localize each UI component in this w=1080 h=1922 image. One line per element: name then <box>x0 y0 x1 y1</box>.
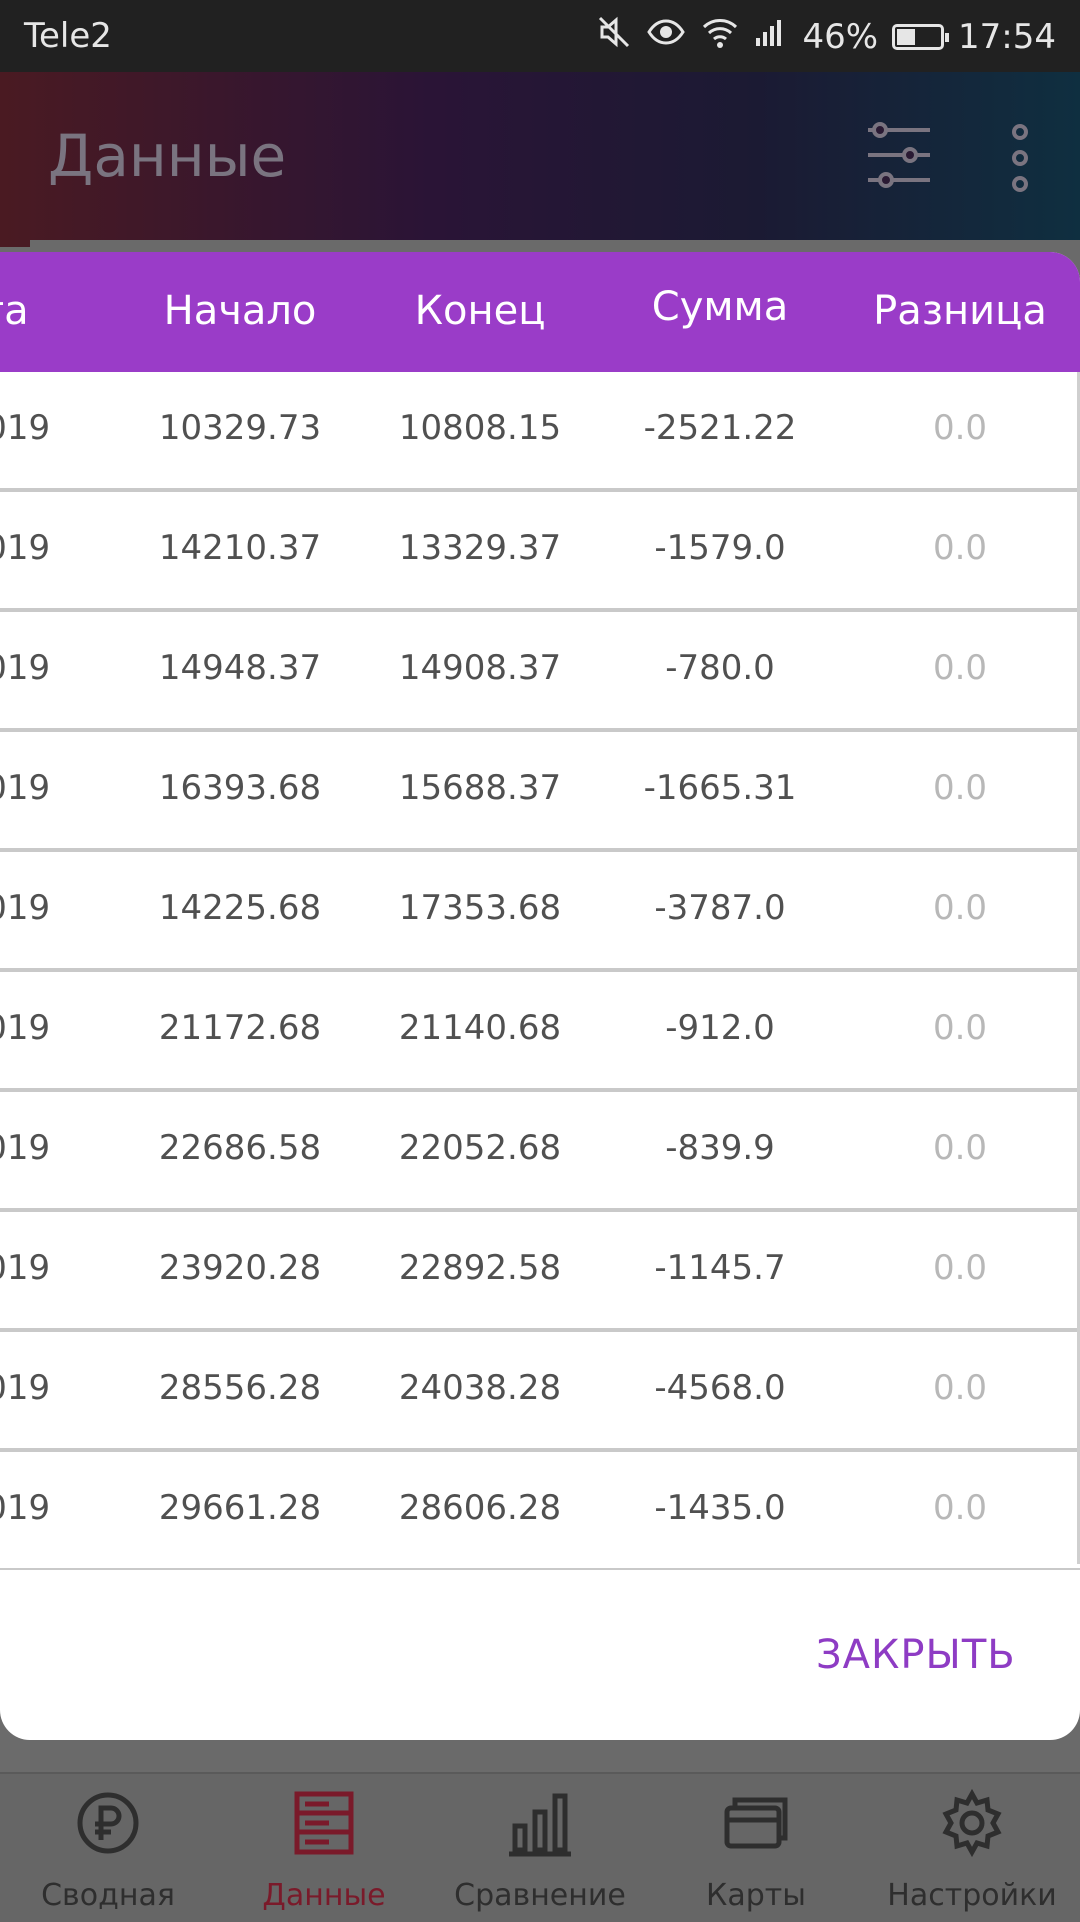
cell-diff: 0.0 <box>932 1368 988 1408</box>
cell-sum: -2521.22 <box>643 408 797 448</box>
nav-label: Настройки <box>887 1878 1057 1913</box>
cell-sum: -1665.31 <box>643 768 797 808</box>
cell-end: 28606.28 <box>398 1488 562 1528</box>
table-row[interactable]: 2019 23920.28 22892.58 -1145.7 0.0 <box>0 1212 1080 1332</box>
mute-icon <box>596 14 632 59</box>
status-icons: 46% 17:54 <box>596 14 1056 59</box>
column-header-start[interactable]: Начало <box>164 288 317 334</box>
cell-date: 2019 <box>0 1368 51 1408</box>
table-row[interactable]: 2019 14210.37 13329.37 -1579.0 0.0 <box>0 492 1080 612</box>
cell-start: 21172.68 <box>158 1008 322 1048</box>
cell-sum: -1145.7 <box>654 1248 786 1288</box>
cell-date: 2019 <box>0 1128 51 1168</box>
cell-end: 10808.15 <box>398 408 562 448</box>
cell-start: 14210.37 <box>158 528 322 568</box>
cell-sum: -3787.0 <box>654 888 786 928</box>
cell-end: 17353.68 <box>398 888 562 928</box>
table-body: 2019 10329.73 10808.15 -2521.22 0.0 2019… <box>0 372 1080 1570</box>
cell-diff: 0.0 <box>932 528 988 568</box>
status-bar: Tele2 46% 17:54 <box>0 0 1080 72</box>
table-header: та Начало Конец Сумма Разница <box>0 252 1080 372</box>
data-icon <box>289 1788 359 1858</box>
cell-start: 23920.28 <box>158 1248 322 1288</box>
cell-end: 15688.37 <box>398 768 562 808</box>
table-row[interactable]: 2019 10329.73 10808.15 -2521.22 0.0 <box>0 372 1080 492</box>
table-row[interactable]: 2019 21172.68 21140.68 -912.0 0.0 <box>0 972 1080 1092</box>
app-bar: Данные <box>0 72 1080 247</box>
wifi-icon <box>700 14 740 59</box>
cell-sum: -1435.0 <box>654 1488 786 1528</box>
carrier-label: Tele2 <box>24 16 112 56</box>
ruble-icon <box>73 1788 143 1858</box>
card-icon <box>721 1788 791 1858</box>
nav-label: Сводная <box>41 1878 175 1913</box>
cell-end: 24038.28 <box>398 1368 562 1408</box>
cell-diff: 0.0 <box>932 888 988 928</box>
bar-chart-icon <box>505 1788 575 1858</box>
cell-end: 21140.68 <box>398 1008 562 1048</box>
bottom-navigation: Сводная Данные Сравнение Карты Настройки <box>0 1772 1080 1922</box>
cell-end: 22892.58 <box>398 1248 562 1288</box>
cell-start: 16393.68 <box>158 768 322 808</box>
cell-date: 2019 <box>0 648 51 688</box>
page-title: Данные <box>48 122 287 190</box>
more-vert-icon[interactable] <box>1008 122 1032 194</box>
close-button[interactable]: ЗАКРЫТЬ <box>800 1622 1032 1688</box>
cell-end: 13329.37 <box>398 528 562 568</box>
cell-start: 14948.37 <box>158 648 322 688</box>
cell-diff: 0.0 <box>932 408 988 448</box>
cell-date: 2019 <box>0 1008 51 1048</box>
nav-item-summary[interactable]: Сводная <box>0 1774 216 1922</box>
cell-diff: 0.0 <box>932 1488 988 1528</box>
cell-sum: -780.0 <box>665 648 775 688</box>
battery-percent: 46% <box>802 16 879 57</box>
cell-end: 22052.68 <box>398 1128 562 1168</box>
eye-icon <box>646 14 686 59</box>
clock: 17:54 <box>958 16 1056 57</box>
cell-diff: 0.0 <box>932 648 988 688</box>
battery-icon <box>892 23 950 50</box>
gear-icon <box>937 1788 1007 1858</box>
nav-item-data[interactable]: Данные <box>216 1774 432 1922</box>
data-dialog: та Начало Конец Сумма Разница 2019 10329… <box>0 252 1080 1740</box>
column-header-sum[interactable]: Сумма <box>652 284 788 330</box>
cell-diff: 0.0 <box>932 1248 988 1288</box>
cell-diff: 0.0 <box>932 1008 988 1048</box>
column-header-diff[interactable]: Разница <box>873 288 1047 334</box>
cell-date: 2019 <box>0 768 51 808</box>
nav-item-cards[interactable]: Карты <box>648 1774 864 1922</box>
cell-start: 28556.28 <box>158 1368 322 1408</box>
cell-sum: -1579.0 <box>654 528 786 568</box>
cell-date: 2019 <box>0 528 51 568</box>
cell-sum: -4568.0 <box>654 1368 786 1408</box>
cell-date: 2019 <box>0 888 51 928</box>
nav-item-compare[interactable]: Сравнение <box>432 1774 648 1922</box>
nav-label: Сравнение <box>454 1878 626 1913</box>
cell-end: 14908.37 <box>398 648 562 688</box>
table-row[interactable]: 2019 14225.68 17353.68 -3787.0 0.0 <box>0 852 1080 972</box>
cell-sum: -912.0 <box>665 1008 775 1048</box>
nav-item-settings[interactable]: Настройки <box>864 1774 1080 1922</box>
table-row[interactable]: 2019 16393.68 15688.37 -1665.31 0.0 <box>0 732 1080 852</box>
cell-start: 29661.28 <box>158 1488 322 1528</box>
cell-date: 2019 <box>0 1488 51 1528</box>
cell-diff: 0.0 <box>932 1128 988 1168</box>
nav-label: Карты <box>706 1878 806 1913</box>
cell-date: 2019 <box>0 1248 51 1288</box>
table-row[interactable]: 2019 29661.28 28606.28 -1435.0 0.0 <box>0 1452 1080 1570</box>
column-header-end[interactable]: Конец <box>415 288 546 334</box>
cell-start: 22686.58 <box>158 1128 322 1168</box>
cell-date: 2019 <box>0 408 51 448</box>
cell-start: 14225.68 <box>158 888 322 928</box>
cell-sum: -839.9 <box>665 1128 775 1168</box>
cell-start: 10329.73 <box>158 408 322 448</box>
signal-icon <box>754 16 788 57</box>
table-row[interactable]: 2019 28556.28 24038.28 -4568.0 0.0 <box>0 1332 1080 1452</box>
table-row[interactable]: 2019 22686.58 22052.68 -839.9 0.0 <box>0 1092 1080 1212</box>
cell-diff: 0.0 <box>932 768 988 808</box>
nav-label: Данные <box>262 1878 386 1913</box>
filter-icon[interactable] <box>866 120 932 190</box>
column-header-date[interactable]: та <box>0 288 29 334</box>
table-row[interactable]: 2019 14948.37 14908.37 -780.0 0.0 <box>0 612 1080 732</box>
